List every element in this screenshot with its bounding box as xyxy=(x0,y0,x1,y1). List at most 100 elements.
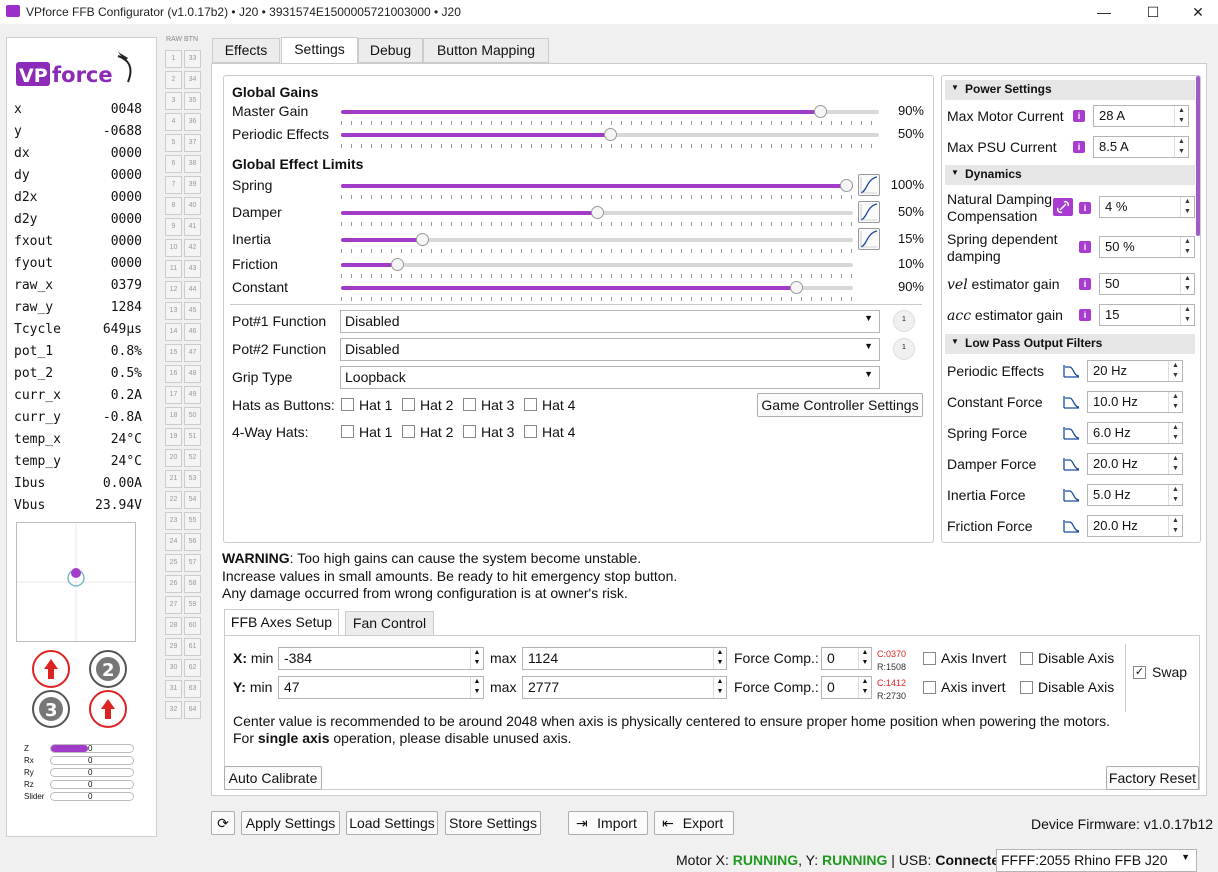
filter-frequency-input[interactable]: 6.0 Hz ▲ ▼ xyxy=(1087,422,1183,444)
filter-frequency-input[interactable]: 20.0 Hz ▲ ▼ xyxy=(1087,515,1183,537)
lowpass-filter-icon[interactable] xyxy=(1062,363,1080,379)
axis-min-input[interactable]: 47 ▲ ▼ xyxy=(278,676,484,699)
filter-frequency-input[interactable]: 20.0 Hz ▲ ▼ xyxy=(1087,453,1183,475)
curve-editor-button[interactable] xyxy=(858,174,880,196)
spin-arrows-icon[interactable]: ▲ ▼ xyxy=(1168,361,1182,381)
force-comp-input[interactable]: 0 ▲ ▼ xyxy=(821,647,872,670)
slider-track[interactable] xyxy=(341,233,853,246)
disable-axis-checkbox[interactable] xyxy=(1020,681,1033,694)
spin-arrows-icon[interactable]: ▲ ▼ xyxy=(470,648,483,669)
export-button[interactable]: ⇤ Export xyxy=(654,811,734,835)
pot1-function-select[interactable]: Disabled ▼ xyxy=(340,310,880,333)
curve-editor-button[interactable] xyxy=(858,228,880,250)
slider-handle[interactable] xyxy=(790,281,804,294)
spin-arrows-icon[interactable]: ▲ ▼ xyxy=(1168,454,1182,474)
tab-fan-control[interactable]: Fan Control xyxy=(345,611,434,636)
axis-max-input[interactable]: 2777 ▲ ▼ xyxy=(522,676,727,699)
hat-checkbox[interactable] xyxy=(402,398,415,411)
info-icon[interactable]: i xyxy=(1079,202,1091,214)
spin-arrows-icon[interactable]: ▲ ▼ xyxy=(1168,516,1182,536)
hat-checkbox[interactable] xyxy=(524,425,537,438)
spin-arrows-icon[interactable]: ▲ ▼ xyxy=(1168,392,1182,412)
spin-arrows-icon[interactable]: ▲ ▼ xyxy=(1174,106,1188,126)
filter-frequency-input[interactable]: 20 Hz ▲ ▼ xyxy=(1087,360,1183,382)
tab-ffb-axes-setup[interactable]: FFB Axes Setup xyxy=(224,609,339,636)
pot2-function-select[interactable]: Disabled ▼ xyxy=(340,338,880,361)
slider-handle[interactable] xyxy=(603,128,617,141)
info-icon[interactable]: i xyxy=(1073,141,1085,153)
maximize-button[interactable]: ☐ xyxy=(1130,0,1176,24)
refresh-button[interactable]: ⟳ xyxy=(211,811,235,835)
spring-dependent-damping-input[interactable]: 50 % ▲ ▼ xyxy=(1099,236,1195,258)
import-button[interactable]: ⇥ Import xyxy=(568,811,648,835)
game-controller-settings-button[interactable]: Game Controller Settings xyxy=(757,393,923,417)
acc-estimator-input[interactable]: 15 ▲ ▼ xyxy=(1099,304,1195,326)
lowpass-filter-icon[interactable] xyxy=(1062,425,1080,441)
low-pass-filters-header[interactable]: Low Pass Output Filters xyxy=(945,334,1195,354)
spin-arrows-icon[interactable]: ▲ ▼ xyxy=(858,648,871,669)
slider-handle[interactable] xyxy=(415,233,429,246)
slider-track[interactable] xyxy=(341,105,879,118)
slider-handle[interactable] xyxy=(590,206,604,219)
auto-calibrate-button[interactable]: Auto Calibrate xyxy=(224,766,322,790)
hat-checkbox[interactable] xyxy=(463,425,476,438)
slider-track[interactable] xyxy=(341,258,853,271)
force-comp-input[interactable]: 0 ▲ ▼ xyxy=(821,676,872,699)
slider-handle[interactable] xyxy=(390,258,404,271)
axis-min-input[interactable]: -384 ▲ ▼ xyxy=(278,647,484,670)
max-motor-current-input[interactable]: 28 A ▲ ▼ xyxy=(1093,105,1189,127)
max-psu-current-input[interactable]: 8.5 A ▲ ▼ xyxy=(1093,136,1189,158)
link-icon[interactable] xyxy=(1053,198,1073,216)
slider-handle[interactable] xyxy=(813,105,827,118)
power-settings-header[interactable]: Power Settings xyxy=(945,80,1195,100)
spin-arrows-icon[interactable]: ▲ ▼ xyxy=(1180,305,1194,325)
info-icon[interactable]: i xyxy=(1079,309,1091,321)
spin-arrows-icon[interactable]: ▲ ▼ xyxy=(1180,237,1194,257)
slider-handle[interactable] xyxy=(840,179,853,192)
hat-checkbox[interactable] xyxy=(463,398,476,411)
curve-editor-button[interactable] xyxy=(858,201,880,223)
spin-arrows-icon[interactable]: ▲ ▼ xyxy=(713,677,726,698)
lowpass-filter-icon[interactable] xyxy=(1062,518,1080,534)
tab-button-mapping[interactable]: Button Mapping xyxy=(423,38,549,63)
store-settings-button[interactable]: Store Settings xyxy=(445,811,541,835)
spin-arrows-icon[interactable]: ▲ ▼ xyxy=(1174,137,1188,157)
disable-axis-checkbox[interactable] xyxy=(1020,652,1033,665)
lowpass-filter-icon[interactable] xyxy=(1062,456,1080,472)
device-select[interactable]: FFFF:2055 Rhino FFB J20 ▼ xyxy=(996,849,1197,872)
lowpass-filter-icon[interactable] xyxy=(1062,487,1080,503)
slider-track[interactable] xyxy=(341,206,853,219)
factory-reset-button[interactable]: Factory Reset xyxy=(1106,766,1199,790)
tab-debug[interactable]: Debug xyxy=(358,38,423,63)
axis-invert-checkbox[interactable] xyxy=(923,652,936,665)
spin-arrows-icon[interactable]: ▲ ▼ xyxy=(1168,485,1182,505)
filter-frequency-input[interactable]: 10.0 Hz ▲ ▼ xyxy=(1087,391,1183,413)
swap-checkbox[interactable]: ✓ xyxy=(1133,666,1146,679)
grip-type-select[interactable]: Loopback ▼ xyxy=(340,366,880,389)
apply-settings-button[interactable]: Apply Settings xyxy=(241,811,340,835)
hat-checkbox[interactable] xyxy=(341,398,354,411)
hat-checkbox[interactable] xyxy=(524,398,537,411)
spin-arrows-icon[interactable]: ▲ ▼ xyxy=(713,648,726,669)
dynamics-header[interactable]: Dynamics xyxy=(945,165,1195,185)
info-icon[interactable]: i xyxy=(1079,241,1091,253)
close-button[interactable]: ✕ xyxy=(1175,0,1218,24)
spin-arrows-icon[interactable]: ▲ ▼ xyxy=(470,677,483,698)
tab-settings[interactable]: Settings xyxy=(281,37,358,63)
spin-arrows-icon[interactable]: ▲ ▼ xyxy=(1180,274,1194,294)
filter-frequency-input[interactable]: 5.0 Hz ▲ ▼ xyxy=(1087,484,1183,506)
lowpass-filter-icon[interactable] xyxy=(1062,394,1080,410)
spin-arrows-icon[interactable]: ▲ ▼ xyxy=(1168,423,1182,443)
spin-arrows-icon[interactable]: ▲ ▼ xyxy=(1180,197,1194,217)
hat-checkbox[interactable] xyxy=(402,425,415,438)
info-icon[interactable]: i xyxy=(1079,278,1091,290)
slider-track[interactable] xyxy=(341,281,853,294)
minimize-button[interactable]: — xyxy=(1081,0,1127,24)
slider-track[interactable] xyxy=(341,179,853,192)
tab-effects[interactable]: Effects xyxy=(212,38,280,63)
slider-track[interactable] xyxy=(341,128,879,141)
axis-max-input[interactable]: 1124 ▲ ▼ xyxy=(522,647,727,670)
hat-checkbox[interactable] xyxy=(341,425,354,438)
load-settings-button[interactable]: Load Settings xyxy=(346,811,438,835)
scrollbar[interactable] xyxy=(1196,76,1200,236)
